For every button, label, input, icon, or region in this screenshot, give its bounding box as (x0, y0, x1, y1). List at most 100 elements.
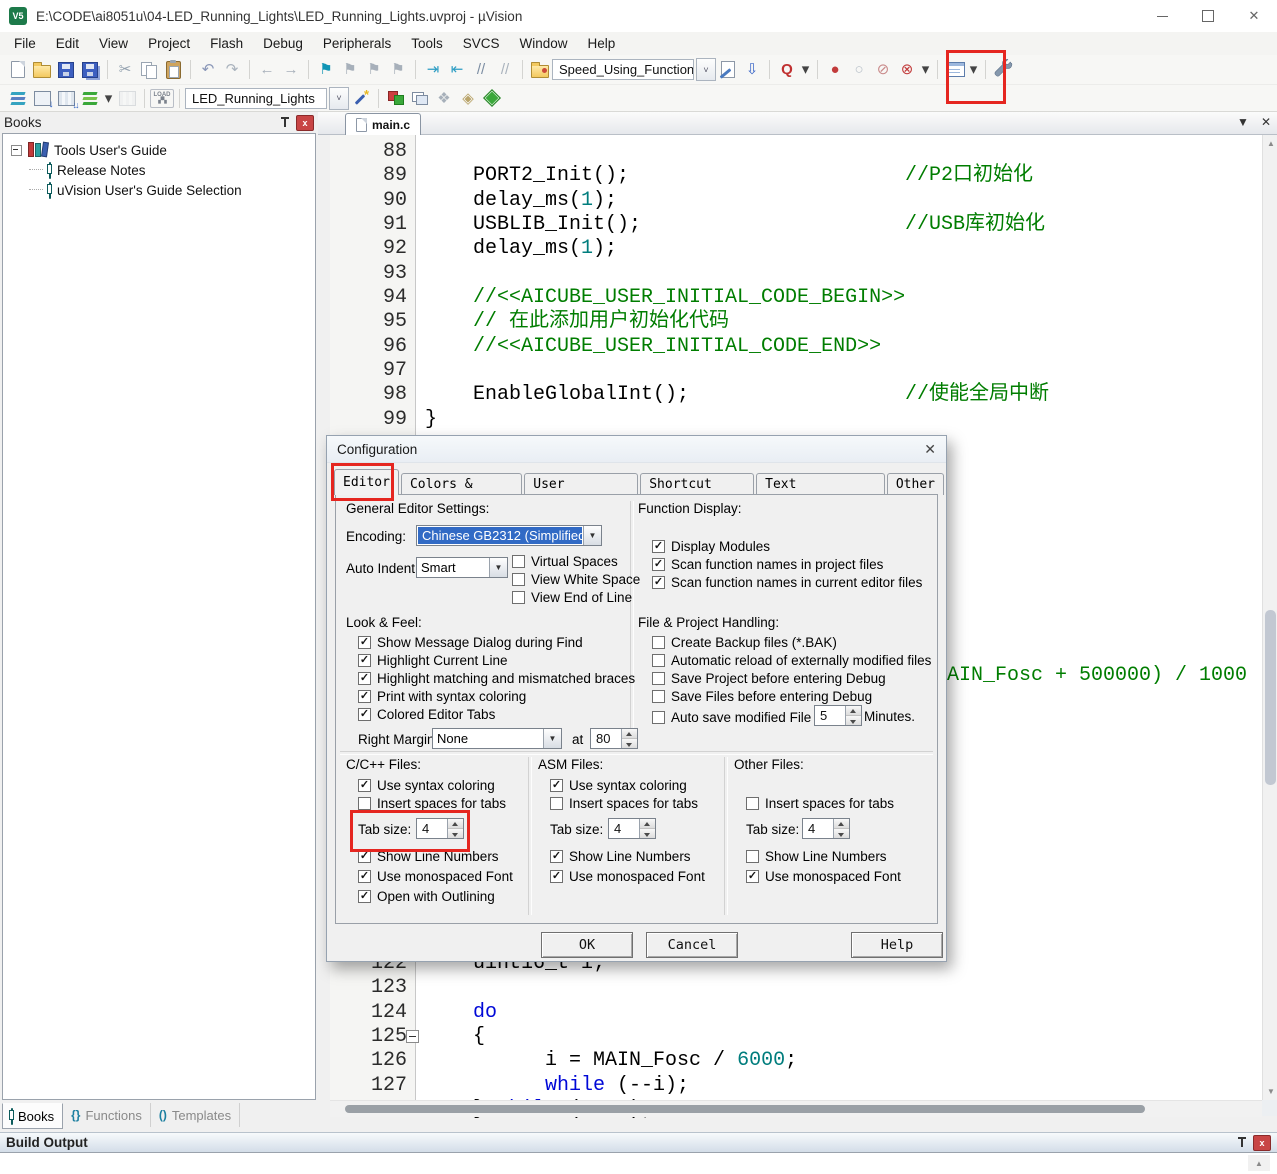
flash-windows-icon[interactable] (408, 87, 432, 110)
checkbox-automatic-reload-of-externally-modified-files[interactable]: Automatic reload of externally modified … (652, 652, 931, 668)
panel-tab-functions[interactable]: {}Functions (63, 1103, 151, 1127)
checkbox-save-project-before-entering-debug[interactable]: Save Project before entering Debug (652, 670, 886, 686)
panel-tab-books[interactable]: Books (2, 1103, 63, 1129)
maximize-button[interactable] (1185, 0, 1231, 32)
dialog-title-bar[interactable]: Configuration ✕ (327, 436, 946, 463)
target-select[interactable]: LED_Running_Lights (185, 88, 327, 109)
encoding-select[interactable]: Chinese GB2312 (Simplified) ▼ (416, 525, 602, 546)
session-folder-icon[interactable] (528, 58, 552, 81)
checkbox-use-monospaced-font[interactable]: ✓Use monospaced Font (358, 868, 513, 884)
checkbox-use-monospaced-font[interactable]: ✓Use monospaced Font (746, 868, 901, 884)
menu-item-window[interactable]: Window (509, 32, 577, 55)
asm-tab-size-spinner[interactable]: 4 (608, 818, 656, 839)
checkbox-use-monospaced-font[interactable]: ✓Use monospaced Font (550, 868, 705, 884)
find-in-files-icon[interactable]: Q (775, 58, 799, 81)
other-tab-size-spinner[interactable]: 4 (802, 818, 850, 839)
navigate-back-icon[interactable]: ← (255, 58, 279, 81)
spinner-down-icon[interactable] (834, 829, 849, 838)
jump-to-icon[interactable]: ⇩ (740, 58, 764, 81)
close-button[interactable]: ✕ (1231, 0, 1277, 32)
save-icon[interactable] (54, 58, 78, 81)
auto-indent-select[interactable]: Smart ▼ (416, 557, 508, 578)
indent-right-icon[interactable]: ⇥ (421, 58, 445, 81)
checkbox-highlight-current-line[interactable]: ✓Highlight Current Line (358, 652, 508, 668)
spinner-up-icon[interactable] (640, 819, 655, 829)
checkbox-save-files-before-entering-debug[interactable]: Save Files before entering Debug (652, 688, 872, 704)
close-document-icon[interactable]: ✕ (1261, 115, 1271, 129)
menu-item-help[interactable]: Help (578, 32, 626, 55)
panel-close-icon[interactable]: x (296, 115, 314, 131)
checkbox-highlight-matching-and-mismatched-braces[interactable]: ✓Highlight matching and mismatched brace… (358, 670, 635, 686)
spinner-down-icon[interactable] (846, 716, 861, 725)
navigate-forward-icon[interactable]: → (279, 58, 303, 81)
build-output-body[interactable] (0, 1152, 1277, 1174)
download-icon[interactable]: LOAD (150, 87, 174, 110)
comment-icon[interactable]: // (469, 58, 493, 81)
bookmark-toggle-icon[interactable]: ⚑ (314, 58, 338, 81)
kill-all-breakpoints-icon[interactable]: ⊗ (895, 58, 919, 81)
redo-icon[interactable]: ↷ (220, 58, 244, 81)
checkbox-display-modules[interactable]: ✓Display Modules (652, 538, 770, 554)
checkbox-view-end-of-line[interactable]: View End of Line (512, 589, 632, 605)
ok-button[interactable]: OK (541, 932, 633, 958)
cut-icon[interactable]: ✂ (113, 58, 137, 81)
checkbox-virtual-spaces[interactable]: Virtual Spaces (512, 553, 618, 569)
cancel-button[interactable]: Cancel (646, 932, 738, 958)
checkbox-use-syntax-coloring[interactable]: ✓Use syntax coloring (550, 777, 687, 793)
tree-item-tools-user-s-guide[interactable]: Tools User's Guide (11, 140, 167, 160)
menu-item-debug[interactable]: Debug (253, 32, 313, 55)
function-select[interactable]: Speed_Using_Function (552, 59, 694, 80)
batch-build-icon[interactable] (78, 87, 102, 110)
checkbox-insert-spaces-for-tabs[interactable]: Insert spaces for tabs (550, 795, 698, 811)
window-layout-dropdown-icon[interactable]: ▾ (967, 58, 980, 81)
insert-breakpoint-icon[interactable]: ● (823, 58, 847, 81)
paste-icon[interactable] (161, 58, 185, 81)
open-file-icon[interactable] (30, 58, 54, 81)
function-select-dropdown-icon[interactable]: ˅ (696, 58, 716, 81)
expander-icon[interactable] (11, 145, 22, 156)
scroll-up-icon[interactable]: ▲ (1248, 1155, 1270, 1171)
editor-horizontal-scrollbar[interactable] (330, 1100, 1262, 1117)
target-select-dropdown-icon[interactable]: ˅ (329, 87, 349, 110)
bookmark-prev-icon[interactable]: ⚑ (362, 58, 386, 81)
build-icon[interactable] (30, 87, 54, 110)
window-layout-icon[interactable] (943, 58, 967, 81)
dialog-tab-user-keywords[interactable]: User Keywords (524, 473, 638, 495)
spinner-down-icon[interactable] (622, 739, 637, 748)
menu-item-project[interactable]: Project (138, 32, 200, 55)
manage-runtime-icon[interactable]: ◈ (456, 87, 480, 110)
checkbox-scan-function-names-in-current-editor-files[interactable]: ✓Scan function names in current editor f… (652, 574, 922, 590)
copy-icon[interactable] (137, 58, 161, 81)
menu-item-file[interactable]: File (4, 32, 46, 55)
bookmark-clear-icon[interactable]: ⚑ (386, 58, 410, 81)
pin-icon[interactable] (1237, 1137, 1247, 1149)
uncomment-icon[interactable]: // (493, 58, 517, 81)
breakpoint-dropdown-icon[interactable]: ▾ (919, 58, 932, 81)
undo-icon[interactable]: ↶ (196, 58, 220, 81)
autosave-minutes-spinner[interactable]: 5 (814, 705, 862, 726)
checkbox-scan-function-names-in-project-files[interactable]: ✓Scan function names in project files (652, 556, 883, 572)
checkbox-create-backup-files-bak[interactable]: Create Backup files (*.BAK) (652, 634, 837, 650)
translate-icon[interactable] (6, 87, 30, 110)
rebuild-icon[interactable] (54, 87, 78, 110)
disable-all-breakpoints-icon[interactable]: ⊘ (871, 58, 895, 81)
spinner-down-icon[interactable] (448, 829, 463, 838)
minimize-button[interactable] (1139, 0, 1185, 32)
dialog-tab-other[interactable]: Other (887, 473, 944, 495)
spinner-up-icon[interactable] (622, 729, 637, 739)
checkbox-use-syntax-coloring[interactable]: ✓Use syntax coloring (358, 777, 495, 793)
menu-item-svcs[interactable]: SVCS (453, 32, 510, 55)
stop-build-icon[interactable] (115, 87, 139, 110)
checkbox-view-white-space[interactable]: View White Space (512, 571, 640, 587)
save-all-icon[interactable] (78, 58, 102, 81)
tree-item-uvision-user-s-guide-selection[interactable]: uVision User's Guide Selection (29, 180, 242, 200)
scroll-down-icon[interactable]: ▼ (1267, 1087, 1275, 1096)
manage-layers-icon[interactable]: ❖ (432, 87, 456, 110)
checkbox-colored-editor-tabs[interactable]: ✓Colored Editor Tabs (358, 706, 495, 722)
checkbox-open-with-outlining[interactable]: ✓Open with Outlining (358, 888, 495, 904)
options-for-target-icon[interactable] (349, 87, 373, 110)
fold-marker-icon[interactable] (406, 1030, 419, 1043)
enable-breakpoint-icon[interactable]: ○ (847, 58, 871, 81)
spinner-up-icon[interactable] (834, 819, 849, 829)
panel-close-icon[interactable]: x (1253, 1135, 1271, 1151)
